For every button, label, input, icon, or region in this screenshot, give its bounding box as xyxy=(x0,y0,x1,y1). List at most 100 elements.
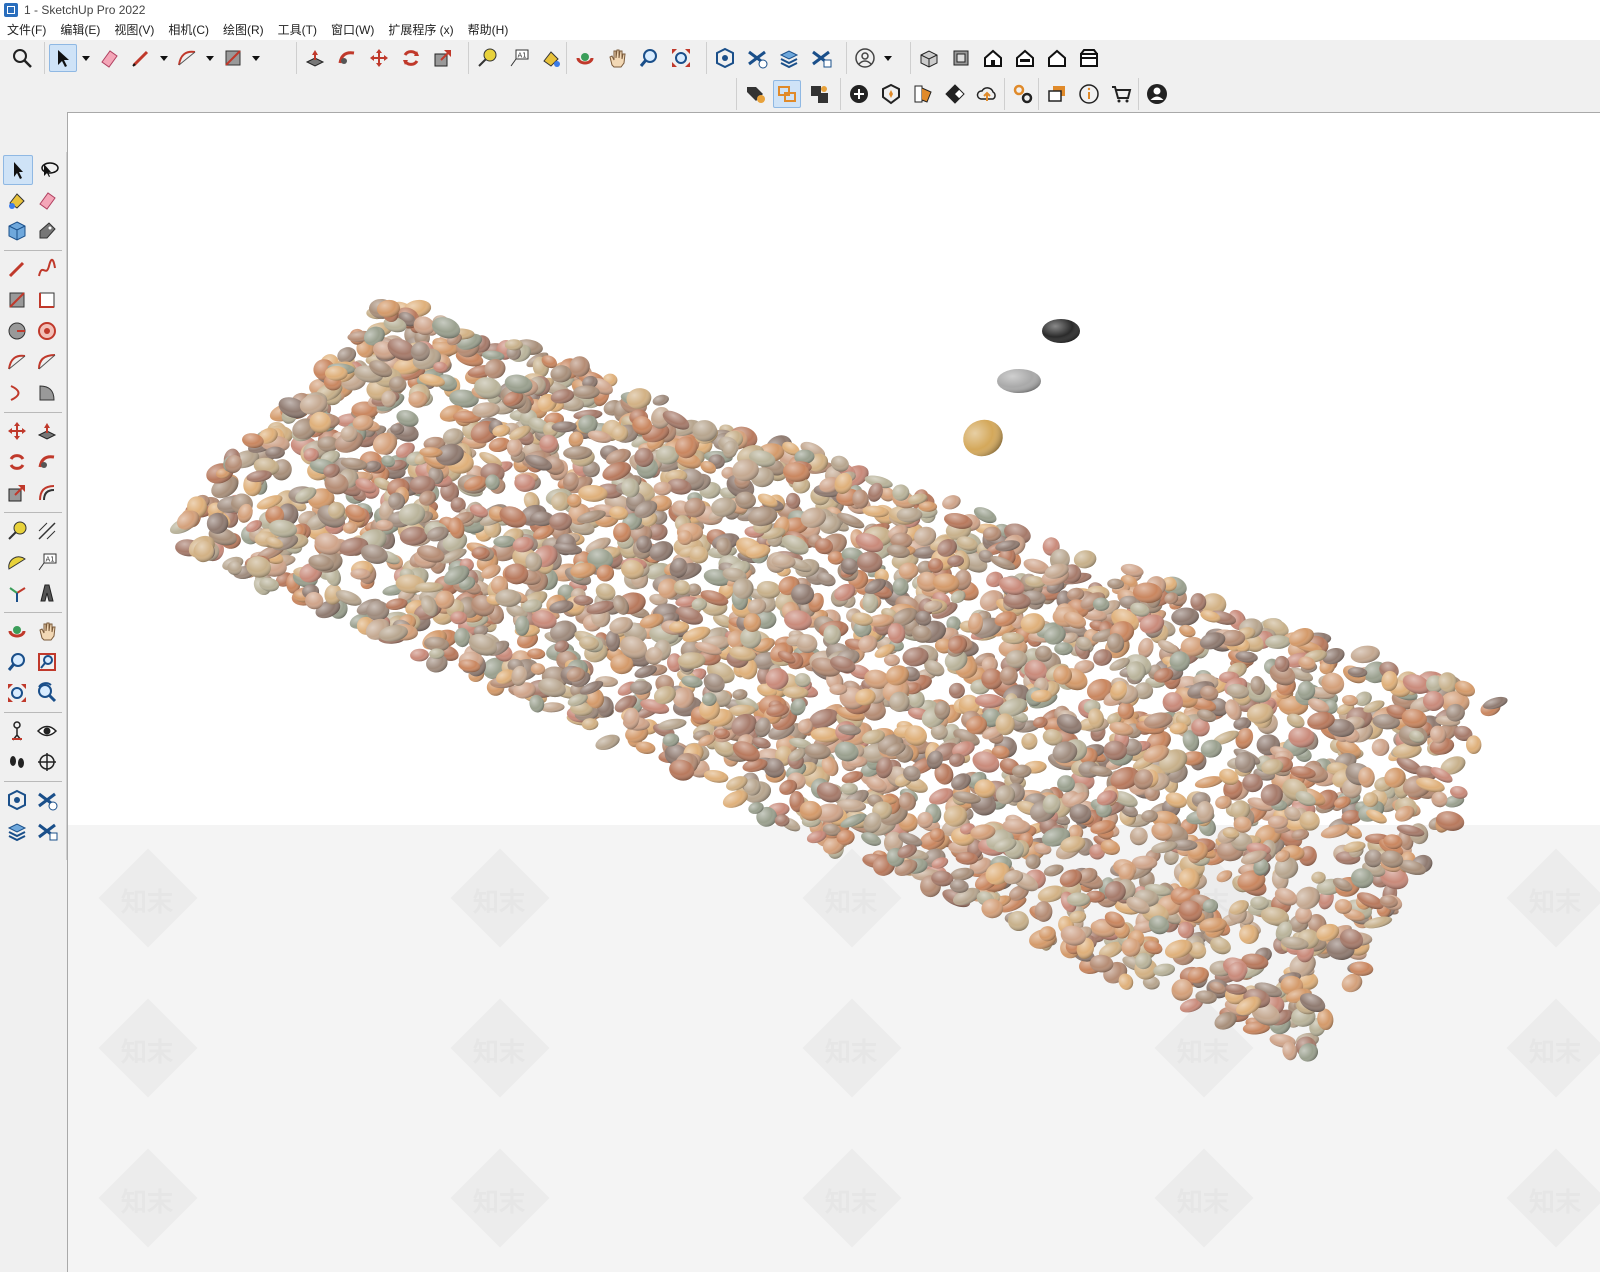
rotate-icon[interactable] xyxy=(3,448,31,476)
arc-dropdown-icon[interactable] xyxy=(205,44,215,72)
tape-icon[interactable] xyxy=(3,517,31,545)
cart-icon[interactable] xyxy=(1107,80,1135,108)
chat-icon[interactable] xyxy=(1043,80,1071,108)
checker-icon[interactable] xyxy=(941,80,969,108)
rectangle-dropdown-icon[interactable] xyxy=(251,44,261,72)
components-icon[interactable] xyxy=(33,817,61,845)
menu-draw[interactable]: 绘图(R) xyxy=(216,20,271,40)
make-component-icon[interactable] xyxy=(3,217,31,245)
protractor-icon[interactable] xyxy=(3,548,31,576)
warehouse-icon[interactable] xyxy=(3,786,31,814)
text-icon[interactable]: A1 xyxy=(33,548,61,576)
add-icon[interactable] xyxy=(845,80,873,108)
zoom-icon[interactable] xyxy=(635,44,663,72)
menu-window[interactable]: 窗口(W) xyxy=(324,20,381,40)
menu-extensions[interactable]: 扩展程序 (x) xyxy=(381,20,460,40)
select-icon[interactable] xyxy=(3,155,33,185)
scale-icon[interactable] xyxy=(429,44,457,72)
info-icon[interactable] xyxy=(1075,80,1103,108)
pie-icon[interactable] xyxy=(33,379,61,407)
pushpull-icon[interactable] xyxy=(33,417,61,445)
zoom-window-icon[interactable] xyxy=(33,648,61,676)
extension-warehouse-icon[interactable] xyxy=(33,786,61,814)
search-icon[interactable] xyxy=(8,44,36,72)
three-point-arc-icon[interactable] xyxy=(3,379,31,407)
menu-file[interactable]: 文件(F) xyxy=(0,20,53,40)
left-view-icon[interactable] xyxy=(1075,44,1103,72)
followme-icon[interactable] xyxy=(333,44,361,72)
freehand-icon[interactable] xyxy=(33,255,61,283)
select-icon[interactable] xyxy=(49,44,77,72)
move-icon[interactable] xyxy=(365,44,393,72)
polygon-icon[interactable] xyxy=(33,317,61,345)
walk-icon[interactable] xyxy=(3,748,31,776)
zoom-extents-icon[interactable] xyxy=(3,679,31,707)
user-icon[interactable] xyxy=(1143,80,1171,108)
pencil-icon[interactable] xyxy=(127,44,155,72)
menu-tools[interactable]: 工具(T) xyxy=(271,20,324,40)
arc-icon[interactable] xyxy=(173,44,201,72)
zoom-icon[interactable] xyxy=(3,648,31,676)
settings-icon[interactable] xyxy=(1009,80,1037,108)
pushpull-icon[interactable] xyxy=(301,44,329,72)
rotate-icon[interactable] xyxy=(397,44,425,72)
extension-warehouse-icon[interactable] xyxy=(743,44,771,72)
right-view-icon[interactable] xyxy=(1011,44,1039,72)
warehouse-icon[interactable] xyxy=(711,44,739,72)
move-icon[interactable] xyxy=(3,417,31,445)
top-view-icon[interactable] xyxy=(947,44,975,72)
text-icon[interactable]: A1 xyxy=(505,44,533,72)
zoom-extents-icon[interactable] xyxy=(667,44,695,72)
orbit-icon[interactable] xyxy=(3,617,31,645)
axes-icon[interactable] xyxy=(3,579,31,607)
loose-stone-grey[interactable] xyxy=(997,369,1041,393)
scale-icon[interactable] xyxy=(3,479,31,507)
section-icon[interactable] xyxy=(773,80,801,108)
loose-stone-dark[interactable] xyxy=(1042,319,1080,343)
look-around-icon[interactable] xyxy=(33,717,61,745)
paint-icon[interactable] xyxy=(537,44,565,72)
layers-icon[interactable] xyxy=(775,44,803,72)
select-dropdown-icon[interactable] xyxy=(81,44,91,72)
3d-text-icon[interactable] xyxy=(33,579,61,607)
model-viewport[interactable]: 知末知末知末知末知末知末知末知末知末知末知末知末知末知末知末 xyxy=(67,112,1600,1272)
styles-icon[interactable] xyxy=(877,80,905,108)
orbit-icon[interactable] xyxy=(571,44,599,72)
previous-view-icon[interactable] xyxy=(33,679,61,707)
dimension-icon[interactable] xyxy=(33,517,61,545)
loose-stone-tan[interactable] xyxy=(958,414,1008,462)
account-dropdown-icon[interactable] xyxy=(883,44,893,72)
pan-icon[interactable] xyxy=(33,617,61,645)
line-icon[interactable] xyxy=(3,255,31,283)
account-icon[interactable] xyxy=(851,44,879,72)
components-icon[interactable] xyxy=(807,44,835,72)
eraser-icon[interactable] xyxy=(33,186,61,214)
position-camera-icon[interactable] xyxy=(3,717,31,745)
front-view-icon[interactable] xyxy=(979,44,1007,72)
two-point-arc-icon[interactable] xyxy=(33,348,61,376)
menu-edit[interactable]: 编辑(E) xyxy=(53,20,107,40)
pan-icon[interactable] xyxy=(603,44,631,72)
tag-icon[interactable] xyxy=(741,80,769,108)
tag-tool-icon[interactable] xyxy=(33,217,61,245)
tape-icon[interactable] xyxy=(473,44,501,72)
menu-camera[interactable]: 相机(C) xyxy=(161,20,216,40)
pencil-dropdown-icon[interactable] xyxy=(159,44,169,72)
iso-view-icon[interactable] xyxy=(915,44,943,72)
scene-icon[interactable] xyxy=(805,80,833,108)
rectangle-icon[interactable] xyxy=(3,286,31,314)
pebble-field[interactable] xyxy=(68,113,1600,1272)
menu-view[interactable]: 视图(V) xyxy=(107,20,161,40)
paint-icon[interactable] xyxy=(3,186,31,214)
lasso-select-icon[interactable] xyxy=(35,155,63,183)
menu-help[interactable]: 帮助(H) xyxy=(461,20,516,40)
offset-icon[interactable] xyxy=(33,479,61,507)
section-plane-icon[interactable] xyxy=(33,748,61,776)
circle-icon[interactable] xyxy=(3,317,31,345)
materials-icon[interactable] xyxy=(909,80,937,108)
back-view-icon[interactable] xyxy=(1043,44,1071,72)
followme-icon[interactable] xyxy=(33,448,61,476)
rectangle-icon[interactable] xyxy=(219,44,247,72)
rotated-rectangle-icon[interactable] xyxy=(33,286,61,314)
eraser-icon[interactable] xyxy=(95,44,123,72)
